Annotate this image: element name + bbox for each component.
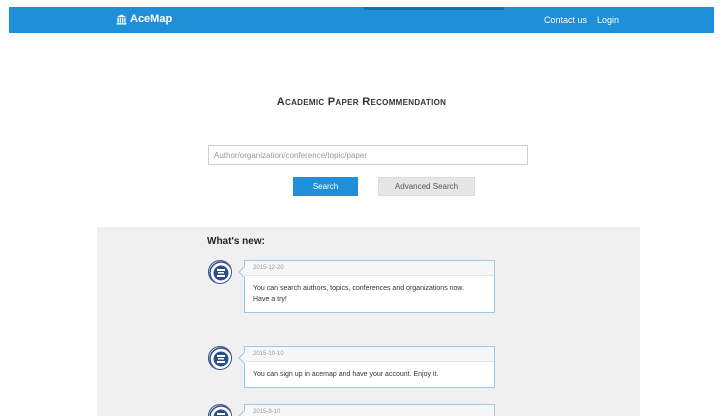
- news-line: Have a try!: [253, 296, 287, 303]
- bank-icon: [116, 13, 127, 25]
- university-seal-icon: [209, 347, 231, 369]
- university-seal-avatar: [208, 346, 232, 370]
- whats-new-heading: What's new:: [207, 236, 265, 247]
- advanced-search-button[interactable]: Advanced Search: [378, 177, 475, 196]
- brand-name: AceMap: [130, 13, 173, 25]
- university-seal-avatar: [208, 260, 232, 284]
- news-body: You can sign up in acemap and have your …: [245, 362, 494, 387]
- search-input[interactable]: [208, 145, 528, 165]
- news-card: 2015-12-20 You can search authors, topic…: [238, 260, 495, 313]
- news-date: 2015-9-10: [245, 405, 494, 416]
- news-line: You can sign up in acemap and have your …: [253, 371, 439, 378]
- news-card: 2015-10-10 You can sign up in acemap and…: [238, 346, 495, 388]
- university-seal-icon: [209, 261, 231, 283]
- news-date: 2015-10-10: [245, 347, 494, 362]
- top-navbar: AceMap Contact us Login: [9, 7, 714, 33]
- brand-logo-link[interactable]: AceMap: [116, 13, 172, 25]
- contact-us-link[interactable]: Contact us: [544, 15, 587, 25]
- navbar-accent-stripe: [364, 7, 504, 10]
- news-card: 2015-9-10: [238, 404, 495, 416]
- university-seal-avatar: [208, 404, 232, 416]
- search-button[interactable]: Search: [293, 177, 358, 196]
- whats-new-panel: What's new: 2015-12-20 You can search au…: [97, 227, 640, 416]
- news-date: 2015-12-20: [245, 261, 494, 276]
- login-link[interactable]: Login: [597, 15, 619, 25]
- page-title: Academic Paper Recommendation: [276, 96, 447, 108]
- news-body: You can search authors, topics, conferen…: [245, 276, 494, 312]
- nav-links: Contact us Login: [544, 15, 619, 25]
- news-line: You can search authors, topics, conferen…: [253, 285, 465, 292]
- university-seal-icon: [209, 405, 231, 416]
